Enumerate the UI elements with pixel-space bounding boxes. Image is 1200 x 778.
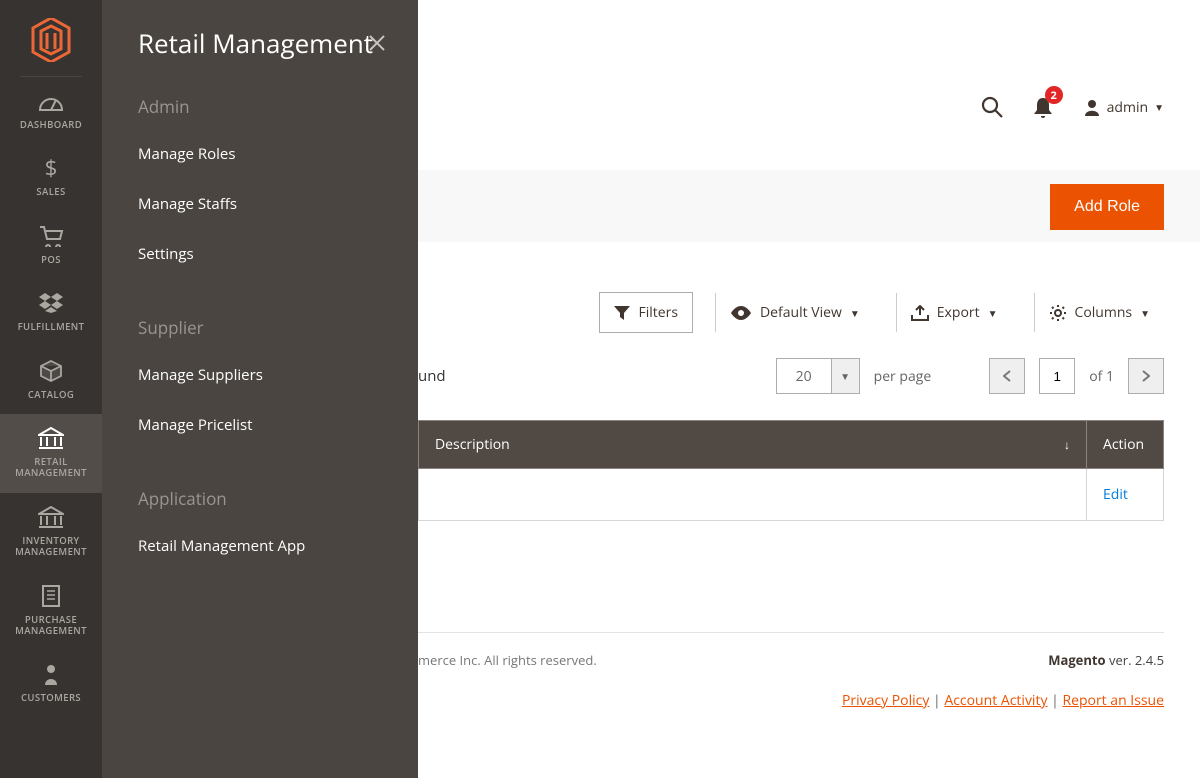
columns-label: Columns [1075,303,1133,322]
add-role-button[interactable]: Add Role [1050,184,1164,230]
dropbox-icon [37,291,65,315]
nav-label: FULFILLMENT [18,321,85,332]
flyout-section-application: Application [138,487,382,510]
footer-links: Privacy Policy | Account Activity | Repo… [842,691,1164,710]
funnel-icon [614,306,630,320]
filters-label: Filters [638,303,678,322]
cell-description [419,469,1087,520]
nav-label: INVENTORY MANAGEMENT [15,535,87,558]
caret-down-icon: ▼ [1154,100,1164,114]
export-icon [911,305,929,321]
table-header: Description ↓ Action [418,420,1164,469]
nav-label: SALES [36,186,65,197]
cart-icon [37,224,65,248]
nav-retail-management[interactable]: RETAIL MANAGEMENT [0,414,102,493]
caret-down-icon: ▼ [988,306,998,320]
nav-purchase-management[interactable]: PURCHASE MANAGEMENT [0,572,102,651]
flyout-link-settings[interactable]: Settings [138,244,382,264]
nav-label: PURCHASE MANAGEMENT [15,614,87,637]
page-total: of 1 [1089,367,1114,386]
dollar-icon: $ [37,156,65,180]
sort-arrow-icon: ↓ [1064,436,1070,453]
next-page-button[interactable] [1128,358,1164,394]
export-dropdown[interactable]: Export ▼ [896,293,1012,332]
page-input[interactable] [1039,358,1075,394]
pager-row: und 20 ▼ per page of 1 [418,358,1164,394]
caret-down-icon: ▼ [1140,306,1150,320]
nav-label: CATALOG [28,389,74,400]
nav-label: POS [41,254,61,265]
flyout-link-manage-staffs[interactable]: Manage Staffs [138,194,382,214]
caret-down-icon: ▼ [850,306,860,320]
flyout-title: Retail Management [138,26,382,61]
nav-fulfillment[interactable]: FULFILLMENT [0,279,102,346]
default-view-dropdown[interactable]: Default View ▼ [715,293,874,332]
grid-toolbar: Filters Default View ▼ Export ▼ Columns … [418,292,1164,333]
receipt-icon [37,584,65,608]
nav-customers[interactable]: CUSTOMERS [0,650,102,717]
header-tools: 2 admin ▼ [981,96,1164,118]
flyout-link-manage-pricelist[interactable]: Manage Pricelist [138,415,382,435]
records-found: und [418,366,446,386]
per-page-label: per page [874,367,932,386]
caret-down-icon: ▼ [832,358,860,394]
person-icon [37,662,65,686]
eye-icon [730,306,752,320]
nav-label: RETAIL MANAGEMENT [15,456,87,479]
nav-catalog[interactable]: CATALOG [0,347,102,414]
magento-version: Magento ver. 2.4.5 [1048,651,1164,669]
user-label: admin [1107,98,1148,117]
bank-icon [37,426,65,450]
copyright-text: merce Inc. All rights reserved. [418,651,597,669]
magento-logo[interactable] [29,18,73,62]
svg-text:$: $ [45,156,58,180]
nav-dashboard[interactable]: DASHBOARD [0,77,102,144]
flyout-link-retail-app[interactable]: Retail Management App [138,536,382,556]
page-size-value: 20 [776,358,832,394]
data-table: Description ↓ Action Edit [418,420,1164,521]
edit-link[interactable]: Edit [1087,469,1163,520]
table-row: Edit [418,469,1164,521]
nav-sales[interactable]: $ SALES [0,144,102,211]
privacy-policy-link[interactable]: Privacy Policy [842,691,929,710]
flyout-link-manage-suppliers[interactable]: Manage Suppliers [138,365,382,385]
flyout-link-manage-roles[interactable]: Manage Roles [138,144,382,164]
nav-inventory-management[interactable]: INVENTORY MANAGEMENT [0,493,102,572]
flyout-section-admin: Admin [138,95,382,118]
bank-icon [37,505,65,529]
col-description[interactable]: Description ↓ [419,421,1087,468]
footer: merce Inc. All rights reserved. Magento … [418,632,1164,669]
close-icon[interactable] [366,32,388,54]
page-size-select[interactable]: 20 ▼ [776,358,860,394]
filters-button[interactable]: Filters [599,292,693,333]
primary-nav: DASHBOARD $ SALES POS FULFILLMENT CATALO… [0,0,102,778]
gear-icon [1049,304,1067,322]
flyout-section-supplier: Supplier [138,316,382,339]
report-issue-link[interactable]: Report an Issue [1062,691,1164,710]
notification-icon[interactable]: 2 [1033,96,1053,118]
user-menu[interactable]: admin ▼ [1083,98,1164,117]
prev-page-button[interactable] [989,358,1025,394]
col-action: Action [1087,421,1163,468]
gauge-icon [37,89,65,113]
search-icon[interactable] [981,96,1003,118]
account-activity-link[interactable]: Account Activity [944,691,1047,710]
cube-icon [37,359,65,383]
notification-badge: 2 [1045,86,1063,104]
export-label: Export [937,303,980,322]
default-view-label: Default View [760,303,842,322]
flyout-panel: Retail Management Admin Manage Roles Man… [102,0,418,778]
nav-label: CUSTOMERS [21,692,81,703]
nav-pos[interactable]: POS [0,212,102,279]
nav-label: DASHBOARD [20,119,82,130]
columns-dropdown[interactable]: Columns ▼ [1034,293,1165,332]
